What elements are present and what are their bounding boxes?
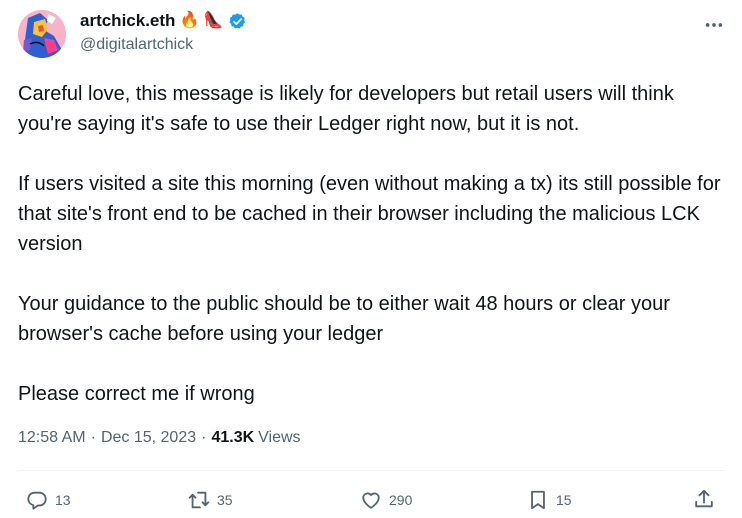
bookmark-icon bbox=[531, 490, 545, 510]
share-button[interactable] bbox=[693, 488, 715, 510]
avatar-image bbox=[18, 10, 66, 58]
retweet-button[interactable]: 35 bbox=[188, 489, 233, 511]
tweet-text: Careful love, this message is likely for… bbox=[18, 79, 730, 409]
tweet-paragraph-4: Please correct me if wrong bbox=[18, 383, 255, 405]
tweet-date[interactable]: Dec 15, 2023 bbox=[101, 429, 196, 447]
like-count: 290 bbox=[389, 492, 413, 508]
bookmark-button[interactable]: 15 bbox=[527, 489, 572, 511]
views-count: 41.3K bbox=[211, 429, 255, 446]
meta-separator: · bbox=[201, 429, 207, 446]
reply-count: 13 bbox=[55, 492, 71, 508]
action-bar: 13 35 290 15 bbox=[0, 487, 742, 517]
views-label: Views bbox=[258, 429, 301, 446]
verified-badge-icon[interactable] bbox=[228, 12, 247, 31]
author-handle[interactable]: @digitalartchick bbox=[80, 36, 193, 54]
high-heel-emoji: 👠 bbox=[203, 12, 224, 29]
tweet-paragraph-3: Your guidance to the public should be to… bbox=[18, 293, 670, 345]
retweet-icon bbox=[188, 491, 210, 509]
bookmark-count: 15 bbox=[556, 492, 572, 508]
share-icon bbox=[695, 489, 713, 508]
tweet-time[interactable]: 12:58 AM bbox=[18, 429, 86, 447]
avatar[interactable] bbox=[18, 10, 66, 58]
tweet-paragraph-1: Careful love, this message is likely for… bbox=[18, 83, 674, 135]
reply-icon bbox=[27, 491, 47, 510]
retweet-count: 35 bbox=[217, 492, 233, 508]
tweet-paragraph-2: If users visited a site this morning (ev… bbox=[18, 173, 721, 255]
heart-icon bbox=[362, 492, 380, 509]
like-button[interactable]: 290 bbox=[360, 489, 412, 511]
reply-button[interactable]: 13 bbox=[26, 489, 71, 511]
display-name[interactable]: artchick.eth bbox=[80, 11, 175, 31]
tweet-meta: 12:58 AM · Dec 15, 2023 · 41.3K Views bbox=[18, 429, 301, 447]
fire-emoji: 🔥 bbox=[179, 12, 200, 29]
meta-separator: · bbox=[90, 429, 96, 446]
more-horizontal-icon[interactable] bbox=[703, 14, 725, 36]
divider bbox=[18, 470, 724, 471]
author-name-row[interactable]: artchick.eth 🔥 👠 bbox=[80, 11, 247, 31]
